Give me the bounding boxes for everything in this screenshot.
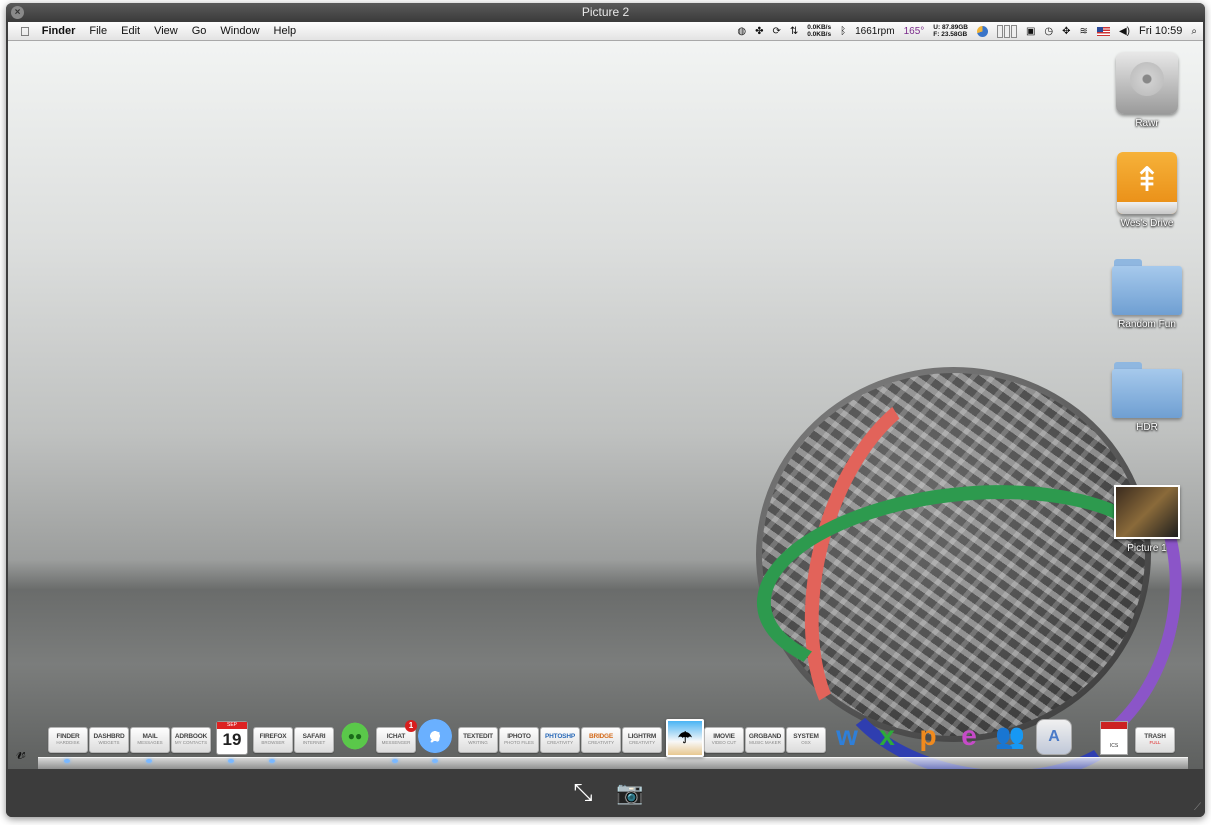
desktop-icon-rawr[interactable]: Rawr bbox=[1102, 52, 1192, 129]
dock-item-system[interactable]: SYSTEM OSX bbox=[786, 727, 826, 757]
running-indicator bbox=[392, 759, 398, 763]
temperature[interactable]: 165° bbox=[904, 26, 925, 37]
running-indicator bbox=[228, 759, 234, 763]
calendar-icon: SEP 19 bbox=[216, 721, 248, 755]
dock-item-adium[interactable]: ●● bbox=[338, 719, 372, 757]
volume-icon[interactable]: ◀) bbox=[1119, 26, 1130, 37]
dock-item-ics-file[interactable]: ICS bbox=[1100, 721, 1128, 757]
memory-bars-icon[interactable] bbox=[996, 24, 1017, 38]
dock-item-safari[interactable]: SAFARI INTERNET bbox=[294, 727, 334, 757]
dock-item-lightroom[interactable]: LIGHTRM CREATIVITY bbox=[622, 727, 662, 757]
resize-grip-icon[interactable]: ⟋ bbox=[1194, 802, 1201, 813]
dock-item-finder[interactable]: FINDER HARDDISK bbox=[48, 727, 88, 763]
move-icon[interactable]: ✥ bbox=[1062, 26, 1070, 37]
take-picture-icon[interactable]: 📷 bbox=[613, 776, 647, 810]
messenger-people-icon: 👥 bbox=[995, 722, 1025, 750]
dock-item-dashboard[interactable]: DASHBRD WIDGETS bbox=[89, 727, 129, 757]
excel-x-icon: x bbox=[879, 720, 895, 751]
desktop-screenshot:  Finder File Edit View Go Window Help ◍… bbox=[8, 22, 1203, 769]
paw-icon[interactable]: ✤ bbox=[755, 26, 763, 37]
flag-icon[interactable] bbox=[1096, 26, 1110, 36]
disk-stats[interactable]: U: 87.89GB F: 23.58GB bbox=[933, 24, 968, 38]
dock-item-textedit[interactable]: TEXTEDIT WRITING bbox=[458, 727, 498, 757]
fan-speed[interactable]: 1661rpm bbox=[855, 26, 894, 37]
word-w-icon: w bbox=[836, 720, 858, 751]
dock-item-bridge[interactable]: BRIDGE CREATIVITY bbox=[581, 727, 621, 757]
close-icon[interactable]: × bbox=[11, 6, 24, 19]
dock-item-imovie[interactable]: IMOVIE VIDEO CUT bbox=[704, 727, 744, 757]
applications-folder-icon: A bbox=[1036, 719, 1072, 755]
spotlight-icon[interactable]: ⌕ bbox=[1191, 26, 1197, 37]
dock-item-powerpoint[interactable]: p bbox=[911, 720, 945, 757]
bluetooth-icon[interactable]: ᛒ bbox=[840, 26, 846, 37]
rubber-band-ball bbox=[746, 355, 1203, 769]
menu-file[interactable]: File bbox=[89, 25, 107, 37]
folder-icon bbox=[1112, 259, 1182, 315]
running-indicator bbox=[146, 759, 152, 763]
menu-window[interactable]: Window bbox=[220, 25, 259, 37]
usb-drive-icon: ⇞ bbox=[1117, 152, 1177, 214]
menu-bar:  Finder File Edit View Go Window Help ◍… bbox=[8, 22, 1203, 41]
cpu-pie-icon[interactable] bbox=[976, 25, 988, 37]
hard-disk-icon bbox=[1116, 52, 1178, 114]
dock-item-photo-stack[interactable]: ☂ bbox=[666, 719, 704, 757]
dock: FINDER HARDDISK DASHBRD WIDGETS MAIL MESSAG… bbox=[38, 717, 1188, 769]
clock[interactable]: Fri 10:59 bbox=[1139, 25, 1182, 37]
globe-icon[interactable]: ◍ bbox=[737, 26, 746, 37]
bottom-toolbar: ⤡ 📷 ⟋ bbox=[6, 769, 1205, 817]
beach-photo-icon: ☂ bbox=[666, 719, 704, 757]
dock-item-photoshop[interactable]: PHTOSHP CREATIVITY bbox=[540, 727, 580, 757]
updown-icon[interactable]: ⇅ bbox=[790, 26, 798, 37]
itunes-icon: ♫ bbox=[418, 719, 452, 753]
fullscreen-toggle-icon[interactable]: ⤡ bbox=[566, 776, 600, 810]
dock-item-address-book[interactable]: ADRBOOK MY CONTACTS bbox=[171, 727, 211, 757]
dock-item-excel[interactable]: x bbox=[870, 720, 904, 757]
desktop-icon-random-fun[interactable]: Random Fun bbox=[1102, 259, 1192, 330]
title-bar: × Picture 2 bbox=[6, 3, 1205, 22]
desktop-icon-picture-1[interactable]: Picture 1 bbox=[1102, 485, 1192, 554]
dock-item-iphoto[interactable]: IPHOTO PHOTO FILES bbox=[499, 727, 539, 757]
menu-help[interactable]: Help bbox=[274, 25, 297, 37]
menu-view[interactable]: View bbox=[154, 25, 178, 37]
ics-document-icon: ICS bbox=[1100, 721, 1128, 755]
window-title: Picture 2 bbox=[581, 5, 630, 19]
dock-item-trash[interactable]: TRASH FULL bbox=[1135, 727, 1175, 757]
network-stats[interactable]: 0.0KB/s 0.0KB/s bbox=[807, 24, 831, 38]
dock-shelf bbox=[38, 757, 1188, 769]
sync-icon[interactable]: ⟳ bbox=[772, 26, 780, 37]
dock-item-ical[interactable]: SEP 19 bbox=[216, 721, 248, 763]
dock-item-word[interactable]: w bbox=[830, 720, 864, 757]
desktop-icon-wes-drive[interactable]: ⇞ Wes's Drive bbox=[1102, 152, 1192, 229]
menu-edit[interactable]: Edit bbox=[121, 25, 140, 37]
dock-item-ichat[interactable]: ICHAT MESSENGER 1 bbox=[376, 720, 417, 763]
wifi-icon[interactable]: ≋ bbox=[1080, 26, 1088, 37]
entourage-e-icon: e bbox=[961, 720, 977, 751]
powerpoint-p-icon: p bbox=[919, 720, 937, 751]
apple-icon[interactable]:  bbox=[20, 24, 30, 39]
dock-item-itunes[interactable]: ♫ bbox=[418, 719, 452, 763]
dock-item-messenger[interactable]: 👥 bbox=[993, 723, 1027, 757]
dock-item-mail[interactable]: MAIL MESSAGES bbox=[130, 727, 170, 763]
image-thumbnail-icon bbox=[1114, 485, 1180, 539]
folder-icon bbox=[1112, 362, 1182, 418]
adium-duck-icon: ●● bbox=[338, 719, 372, 753]
desktop-icon-hdr[interactable]: HDR bbox=[1102, 362, 1192, 433]
dock-item-entourage[interactable]: e bbox=[952, 720, 986, 757]
running-indicator bbox=[64, 759, 70, 763]
running-indicator bbox=[432, 759, 438, 763]
signature-mark: 𝓋 bbox=[16, 740, 26, 764]
time-machine-icon[interactable]: ◷ bbox=[1044, 26, 1053, 37]
notification-badge: 1 bbox=[405, 720, 417, 732]
screen-icon[interactable]: ▣ bbox=[1026, 26, 1035, 37]
dock-item-applications[interactable]: A bbox=[1036, 719, 1072, 757]
menu-go[interactable]: Go bbox=[192, 25, 207, 37]
dock-item-firefox[interactable]: FIREFOX BROWSER bbox=[253, 727, 293, 763]
dock-item-garageband[interactable]: GRGBAND MUSIC MAKER bbox=[745, 727, 785, 757]
menu-finder[interactable]: Finder bbox=[42, 25, 76, 37]
running-indicator bbox=[269, 759, 275, 763]
preview-window: × Picture 2  Finder File Edit View Go W… bbox=[6, 3, 1205, 817]
